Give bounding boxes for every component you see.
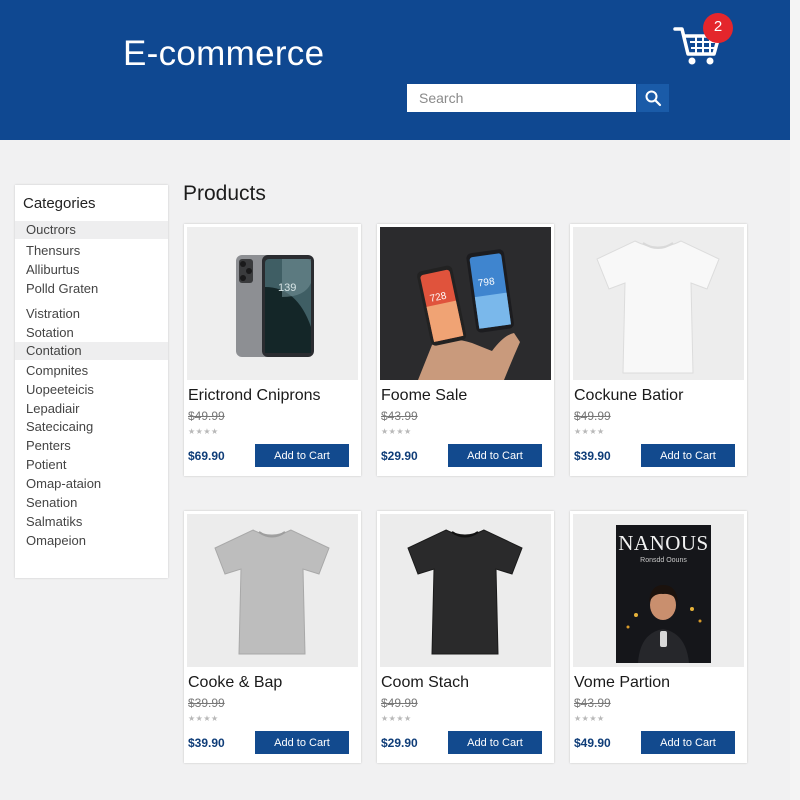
brand-logo[interactable]: E-commerce [123, 34, 324, 74]
book-cover: NANOUS Ronsdd Oouns [616, 525, 711, 663]
product-old-price: $43.99 [381, 409, 418, 423]
search-input[interactable] [407, 84, 636, 112]
smartphone-icon: 139 [236, 255, 314, 357]
category-item[interactable]: Thensurs [15, 242, 168, 260]
add-to-cart-button[interactable]: Add to Cart [255, 444, 349, 467]
categories-sidebar: Categories Ouctrors Thensurs Alliburtus … [15, 185, 168, 578]
product-name[interactable]: Vome Partion [574, 674, 670, 692]
category-item[interactable]: Salmatiks [15, 513, 168, 531]
portrait-illustration [626, 585, 702, 663]
product-name[interactable]: Coom Stach [381, 674, 469, 692]
search-button[interactable] [637, 84, 669, 112]
category-item[interactable]: Satecicaing [15, 418, 168, 436]
product-image[interactable]: NANOUS Ronsdd Oouns [573, 514, 744, 667]
add-to-cart-button[interactable]: Add to Cart [448, 444, 542, 467]
category-item[interactable]: Ouctrors [15, 221, 168, 239]
white-tshirt-icon [596, 240, 720, 374]
category-item[interactable]: Vistration [15, 305, 168, 323]
product-old-price: $49.99 [381, 696, 418, 710]
product-card: NANOUS Ronsdd Oouns Vome Partion $43.99 … [570, 511, 747, 763]
product-price: $69.90 [188, 449, 225, 463]
category-item[interactable]: Uopeeteicis [15, 381, 168, 399]
category-item[interactable]: Senation [15, 494, 168, 512]
category-item[interactable]: Alliburtus [15, 261, 168, 279]
category-item[interactable]: Omap-ataion [15, 475, 168, 493]
phones-in-hand-icon: 728 798 [380, 227, 551, 380]
product-image[interactable]: 139 [187, 227, 358, 380]
category-item[interactable]: Penters [15, 437, 168, 455]
product-old-price: $49.99 [188, 409, 225, 423]
category-item[interactable]: Omapeion [15, 532, 168, 550]
category-item[interactable]: Sotation [15, 324, 168, 342]
svg-text:139: 139 [278, 282, 296, 294]
product-old-price: $39.99 [188, 696, 225, 710]
product-image[interactable]: 728 798 [380, 227, 551, 380]
product-name[interactable]: Cooke & Bap [188, 674, 282, 692]
page-title: Products [183, 182, 266, 205]
product-card: Cockune Batior $49.99 ★★★★ $39.90 Add to… [570, 224, 747, 476]
add-to-cart-button[interactable]: Add to Cart [448, 731, 542, 754]
product-rating: ★★★★ [381, 427, 412, 436]
product-price: $49.90 [574, 736, 611, 750]
product-image[interactable] [573, 227, 744, 380]
product-rating: ★★★★ [381, 714, 412, 723]
product-rating: ★★★★ [188, 427, 219, 436]
category-item[interactable]: Potient [15, 456, 168, 474]
product-old-price: $43.99 [574, 696, 611, 710]
product-rating: ★★★★ [188, 714, 219, 723]
page-edge [790, 0, 800, 800]
search-icon [645, 90, 662, 107]
product-card: Coom Stach $49.99 ★★★★ $29.90 Add to Car… [377, 511, 554, 763]
product-name[interactable]: Cockune Batior [574, 387, 683, 405]
search-bar [407, 84, 669, 112]
category-item[interactable]: Lepadiair [15, 400, 168, 418]
product-price: $29.90 [381, 449, 418, 463]
product-rating: ★★★★ [574, 714, 605, 723]
category-item[interactable]: Polld Graten [15, 280, 168, 298]
category-item[interactable]: Contation [15, 342, 168, 360]
product-name[interactable]: Foome Sale [381, 387, 467, 405]
product-name[interactable]: Erictrond Cniprons [188, 387, 321, 405]
product-card: Cooke & Bap $39.99 ★★★★ $39.90 Add to Ca… [184, 511, 361, 763]
add-to-cart-button[interactable]: Add to Cart [641, 731, 735, 754]
product-price: $29.90 [381, 736, 418, 750]
gray-tshirt-icon [214, 529, 330, 655]
category-item[interactable]: Compnites [15, 362, 168, 380]
product-image[interactable] [380, 514, 551, 667]
black-tshirt-icon [407, 529, 523, 655]
product-card: 139 Erictrond Cniprons $49.99 ★★★★ $69.9… [184, 224, 361, 476]
cart-count-badge: 2 [703, 13, 733, 43]
sidebar-title: Categories [23, 195, 96, 212]
add-to-cart-button[interactable]: Add to Cart [255, 731, 349, 754]
product-card: 728 798 Foome Sale $43.99 ★★★★ $29.90 Ad… [377, 224, 554, 476]
product-rating: ★★★★ [574, 427, 605, 436]
site-header: E-commerce 2 [0, 0, 790, 140]
product-image[interactable] [187, 514, 358, 667]
product-price: $39.90 [188, 736, 225, 750]
product-price: $39.90 [574, 449, 611, 463]
add-to-cart-button[interactable]: Add to Cart [641, 444, 735, 467]
product-old-price: $49.99 [574, 409, 611, 423]
